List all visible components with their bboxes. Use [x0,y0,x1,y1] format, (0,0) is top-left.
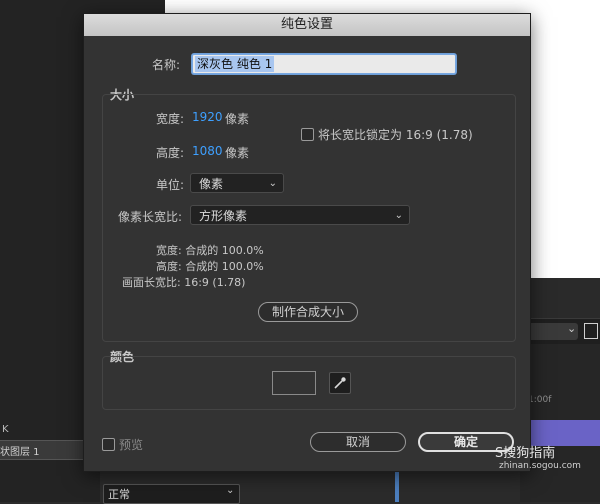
width-unit: 像素 [225,112,250,126]
unit-label: 单位: [156,178,185,192]
timeline-timecode: 1:00f [528,395,552,405]
layer-column-label: K [2,424,9,435]
timeline-controls: ⌄ [520,318,600,345]
preview-checkbox[interactable] [102,438,115,451]
lock-aspect-label: 将长宽比锁定为 16:9 (1.78) [318,128,473,142]
height-label: 高度: [156,146,185,160]
chevron-down-icon: ⌄ [226,485,235,496]
preview-label: 预览 [119,438,144,452]
chevron-down-icon: ⌄ [567,322,577,335]
layer-name: 状图层 1 [0,447,40,458]
timeline-header [520,278,600,318]
color-swatch[interactable] [272,371,316,395]
name-input[interactable]: 深灰色 纯色 1 [192,54,456,74]
track-marker [395,468,399,502]
info-width: 宽度: 合成的 100.0% [156,244,264,257]
dialog-title: 纯色设置 [84,14,530,36]
chevron-down-icon: ⌄ [394,210,403,221]
panel-toggle-icon[interactable] [584,323,598,339]
watermark: S搜狗指南 zhinan.sogou.com [495,442,581,471]
eyedropper-button[interactable] [329,372,351,394]
name-label: 名称: [152,58,181,72]
pixel-aspect-select[interactable]: 方形像素 ⌄ [190,205,410,225]
chevron-down-icon: ⌄ [268,178,277,189]
watermark-text: S搜狗指南 [495,446,556,461]
pixel-aspect-select-value: 方形像素 [199,209,248,223]
make-comp-size-button[interactable]: 制作合成大小 [258,302,358,322]
width-value[interactable]: 1920 [192,110,223,124]
info-frame-aspect: 画面长宽比: 16:9 (1.78) [122,276,246,289]
solid-settings-dialog: 纯色设置 名称: 深灰色 纯色 1 大小 宽度: 1920 像素 将长宽比锁定为… [83,13,531,472]
unit-select[interactable]: 像素 ⌄ [190,173,284,193]
info-height: 高度: 合成的 100.0% [156,260,264,273]
cancel-button[interactable]: 取消 [310,432,406,452]
lock-aspect-checkbox[interactable] [301,128,314,141]
pixel-aspect-label: 像素长宽比: [118,210,183,224]
eyedropper-icon [334,377,346,389]
name-input-value: 深灰色 纯色 1 [195,56,275,72]
unit-select-value: 像素 [199,177,224,191]
watermark-url: zhinan.sogou.com [499,461,581,471]
blend-mode-value: 正常 [108,488,130,501]
width-label: 宽度: [156,112,185,126]
height-value[interactable]: 1080 [192,144,223,158]
height-unit: 像素 [225,146,250,160]
